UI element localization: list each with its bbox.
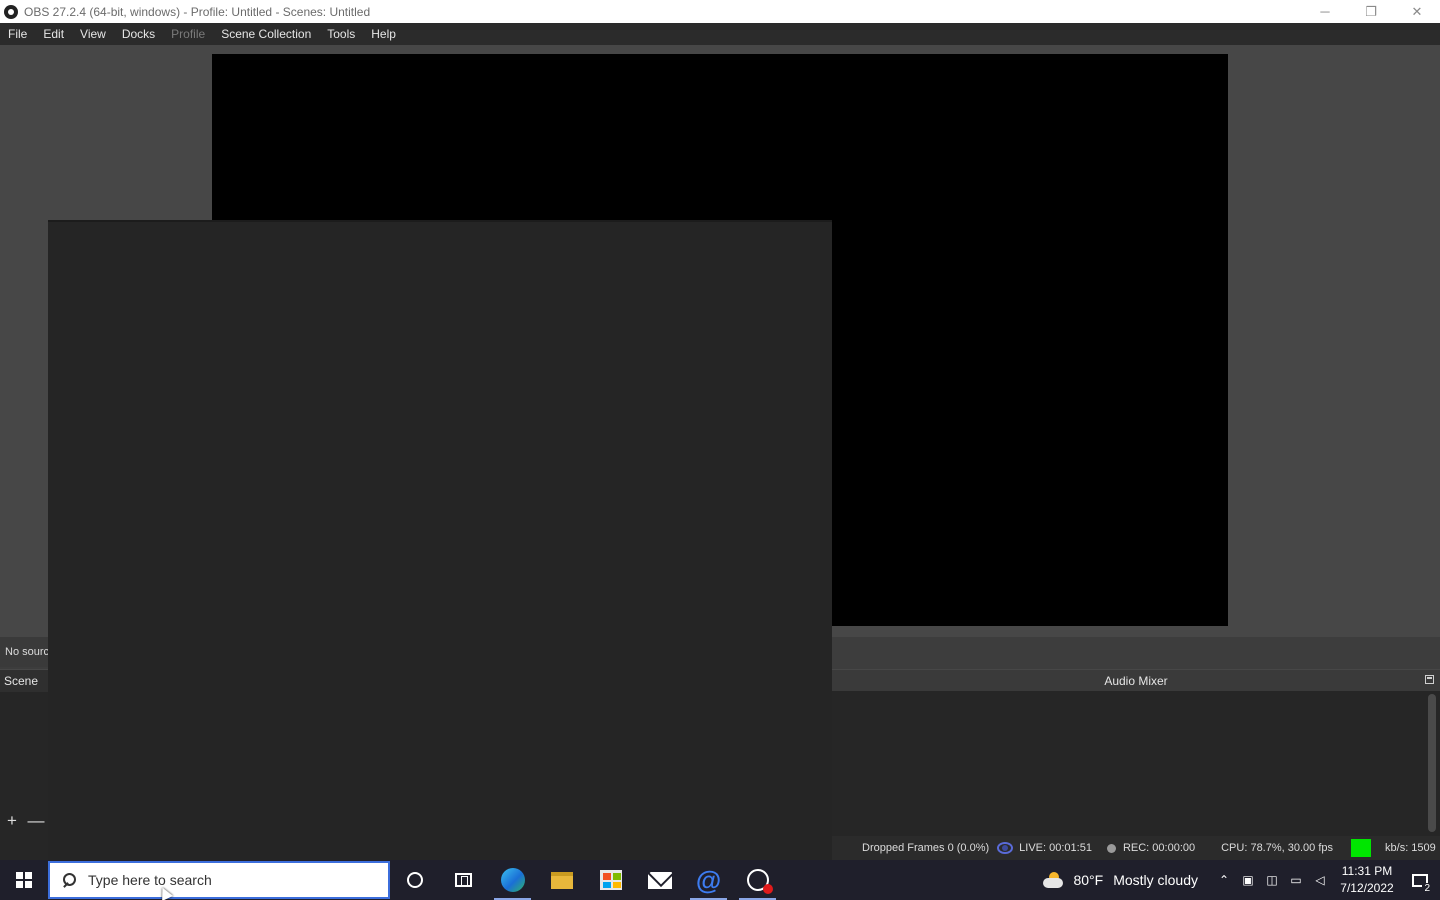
meet-now-icon[interactable]: ▣ <box>1236 860 1260 900</box>
mail-icon <box>647 871 672 889</box>
task-view-icon <box>455 873 472 887</box>
notification-count: 2 <box>1422 883 1432 894</box>
audio-mixer-scrollbar[interactable] <box>1428 694 1436 832</box>
clock[interactable]: 11:31 PM 7/12/2022 <box>1334 863 1400 897</box>
obs-logo-icon <box>4 4 18 19</box>
no-source-label: No source <box>0 637 48 667</box>
window-title: OBS 27.2.4 (64-bit, windows) - Profile: … <box>24 4 371 19</box>
stream-health-indicator <box>1351 839 1372 857</box>
live-time: LIVE: 00:01:51 <box>1019 842 1092 854</box>
search-icon <box>62 873 76 887</box>
menu-tools[interactable]: Tools <box>319 23 363 45</box>
add-scene-button[interactable]: + <box>0 810 24 832</box>
volume-muted-icon[interactable]: ◁ <box>1308 860 1332 900</box>
file-explorer-icon <box>550 871 573 889</box>
at-app-button[interactable]: @ <box>684 860 733 900</box>
weather-description[interactable]: Mostly cloudy <box>1113 872 1198 888</box>
title-bar: OBS 27.2.4 (64-bit, windows) - Profile: … <box>0 0 1440 23</box>
menu-view[interactable]: View <box>72 23 114 45</box>
weather-temperature[interactable]: 80°F <box>1073 872 1103 888</box>
cpu-usage: CPU: 78.7%, 30.00 fps <box>1221 842 1334 854</box>
start-button[interactable] <box>0 860 48 900</box>
menu-docks[interactable]: Docks <box>114 23 163 45</box>
network-icon[interactable]: ▭ <box>1284 860 1308 900</box>
rec-time: REC: 00:00:00 <box>1122 842 1196 854</box>
show-hidden-icons-icon[interactable]: ⌃ <box>1212 860 1236 900</box>
clock-date: 7/12/2022 <box>1340 881 1394 895</box>
store-icon <box>599 870 622 890</box>
search-input[interactable] <box>88 872 348 888</box>
store-button[interactable] <box>586 860 635 900</box>
action-center-button[interactable]: 2 <box>1400 860 1440 900</box>
obs-taskbar-button[interactable] <box>733 860 782 900</box>
file-explorer-button[interactable] <box>537 860 586 900</box>
remove-scene-button[interactable]: — <box>24 810 48 832</box>
audio-mixer-dock: Audio Mixer <box>832 670 1440 836</box>
update-icon[interactable]: ◫ <box>1260 860 1284 900</box>
cortana-button[interactable] <box>390 860 439 900</box>
mail-button[interactable] <box>635 860 684 900</box>
float-dock-icon[interactable] <box>1425 675 1434 684</box>
taskbar-search[interactable] <box>48 861 390 899</box>
taskbar: @ 80°F Mostly cloudy ⌃ ▣ ◫ ▭ ◁ 11:31 PM … <box>0 860 1440 900</box>
edge-icon <box>500 868 525 892</box>
audio-mixer-header: Audio Mixer <box>832 670 1440 691</box>
menu-scene-collection[interactable]: Scene Collection <box>213 23 319 45</box>
menu-file[interactable]: File <box>0 23 35 45</box>
scene-toolbar: + — <box>0 810 48 832</box>
minimize-button[interactable]: ─ <box>1302 0 1348 23</box>
scenes-dock: Scene + — <box>0 670 48 860</box>
menu-edit[interactable]: Edit <box>35 23 72 45</box>
system-tray: 80°F Mostly cloudy ⌃ ▣ ◫ ▭ ◁ 11:31 PM 7/… <box>1043 860 1440 900</box>
cortana-icon <box>406 872 423 888</box>
status-bar: Dropped Frames 0 (0.0%) LIVE: 00:01:51 R… <box>832 836 1440 860</box>
weather-cloudy-icon[interactable] <box>1043 872 1065 888</box>
close-button[interactable]: ✕ <box>1394 0 1440 23</box>
windows-logo-icon <box>16 872 32 888</box>
audio-mixer-title: Audio Mixer <box>1104 673 1168 688</box>
rec-icon <box>1106 843 1116 853</box>
menu-profile[interactable]: Profile <box>163 23 213 45</box>
live-icon <box>997 842 1014 854</box>
menu-bar: File Edit View Docks Profile Scene Colle… <box>0 23 1440 45</box>
restore-button[interactable]: ❐ <box>1348 0 1394 23</box>
floating-window[interactable] <box>48 220 832 860</box>
menu-help[interactable]: Help <box>363 23 404 45</box>
window-controls: ─ ❐ ✕ <box>1302 0 1440 23</box>
at-app-icon: @ <box>695 865 722 895</box>
obs-icon <box>746 869 773 894</box>
dropped-frames: Dropped Frames 0 (0.0%) <box>862 842 990 854</box>
clock-time: 11:31 PM <box>1341 864 1393 878</box>
edge-button[interactable] <box>488 860 537 900</box>
task-view-button[interactable] <box>439 860 488 900</box>
scenes-header: Scene <box>0 670 48 692</box>
bitrate: kb/s: 1509 <box>1385 842 1436 854</box>
